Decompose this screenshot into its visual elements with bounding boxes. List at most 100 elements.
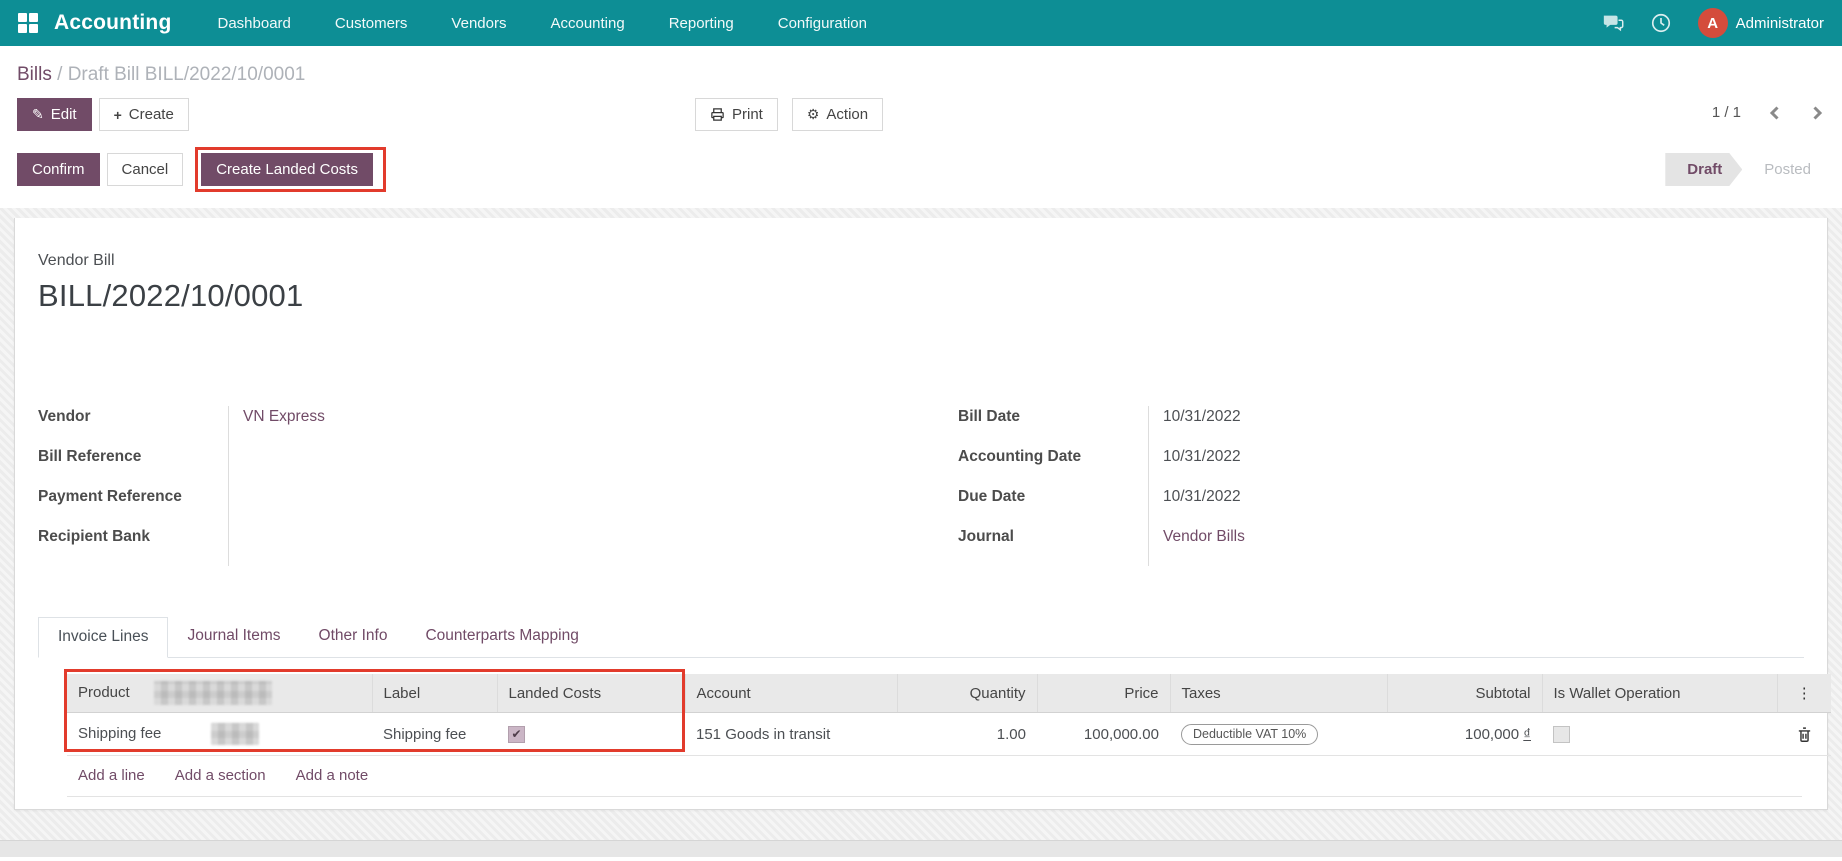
- pager-count: 1 / 1: [1712, 104, 1741, 121]
- col-landed-costs[interactable]: Landed Costs: [497, 674, 685, 713]
- user-menu[interactable]: A Administrator: [1698, 8, 1824, 38]
- status-draft[interactable]: Draft: [1665, 153, 1742, 186]
- form-background: Vendor Bill BILL/2022/10/0001 Vendor VN …: [0, 208, 1842, 861]
- cell-subtotal: 100,000 ₫: [1387, 713, 1542, 756]
- statusbar-row: Confirm Cancel Create Landed Costs Draft…: [0, 134, 1842, 208]
- field-group-right: Bill Date 10/31/2022 Accounting Date 10/…: [958, 406, 1804, 566]
- payment-reference-value[interactable]: [228, 486, 884, 526]
- field-groups: Vendor VN Express Bill Reference Payment…: [38, 406, 1804, 566]
- add-a-section-link[interactable]: Add a section: [175, 767, 266, 784]
- pager: 1 / 1: [1712, 98, 1825, 121]
- col-product[interactable]: Product: [67, 674, 372, 713]
- action-button[interactable]: ⚙ Action: [792, 98, 883, 131]
- top-navbar: Accounting Dashboard Customers Vendors A…: [0, 0, 1842, 46]
- pager-next-icon[interactable]: [1809, 105, 1825, 121]
- cancel-button[interactable]: Cancel: [107, 153, 184, 186]
- print-button[interactable]: Print: [695, 98, 778, 131]
- cell-price[interactable]: 100,000.00: [1037, 713, 1170, 756]
- menu-reporting[interactable]: Reporting: [669, 15, 734, 32]
- invoice-lines-table-wrap: Product Label Landed Costs Account Quant…: [67, 674, 1802, 797]
- field-accounting-date: Accounting Date 10/31/2022: [958, 446, 1804, 486]
- plus-icon: +: [114, 107, 122, 123]
- confirm-button[interactable]: Confirm: [17, 153, 100, 186]
- accounting-date-label: Accounting Date: [958, 446, 1148, 466]
- payment-reference-label: Payment Reference: [38, 486, 228, 506]
- accounting-date-value[interactable]: 10/31/2022: [1148, 446, 1804, 486]
- chatter-area: [0, 857, 1842, 861]
- menu-customers[interactable]: Customers: [335, 15, 408, 32]
- col-is-wallet-operation[interactable]: Is Wallet Operation: [1542, 674, 1777, 713]
- due-date-label: Due Date: [958, 486, 1148, 506]
- invoice-line-row[interactable]: Shipping fee Shipping fee ✔ 151 Goods in…: [67, 713, 1831, 756]
- field-recipient-bank: Recipient Bank: [38, 526, 884, 566]
- add-a-note-link[interactable]: Add a note: [296, 767, 369, 784]
- breadcrumb-current: Draft Bill BILL/2022/10/0001: [68, 64, 306, 85]
- field-due-date: Due Date 10/31/2022: [958, 486, 1804, 526]
- user-avatar[interactable]: A: [1698, 8, 1728, 38]
- cell-label[interactable]: Shipping fee: [372, 713, 497, 756]
- bill-reference-value[interactable]: [228, 446, 884, 486]
- recipient-bank-value[interactable]: [228, 526, 884, 566]
- due-date-value[interactable]: 10/31/2022: [1148, 486, 1804, 526]
- vendor-bill-sheet: Vendor Bill BILL/2022/10/0001 Vendor VN …: [14, 218, 1828, 810]
- edit-button[interactable]: ✎ Edit: [17, 98, 92, 131]
- field-bill-reference: Bill Reference: [38, 446, 884, 486]
- document-type-label: Vendor Bill: [38, 252, 1804, 270]
- cell-product[interactable]: Shipping fee: [67, 713, 372, 756]
- col-label[interactable]: Label: [372, 674, 497, 713]
- col-subtotal[interactable]: Subtotal: [1387, 674, 1542, 713]
- col-account[interactable]: Account: [685, 674, 897, 713]
- create-landed-costs-button[interactable]: Create Landed Costs: [201, 153, 373, 186]
- status-posted[interactable]: Posted: [1742, 153, 1825, 186]
- recipient-bank-label: Recipient Bank: [38, 526, 228, 546]
- col-taxes[interactable]: Taxes: [1170, 674, 1387, 713]
- messages-icon[interactable]: [1602, 12, 1624, 34]
- activities-clock-icon[interactable]: [1650, 12, 1672, 34]
- tab-invoice-lines[interactable]: Invoice Lines: [38, 617, 168, 658]
- create-button[interactable]: + Create: [99, 98, 189, 131]
- pager-previous-icon[interactable]: [1767, 105, 1783, 121]
- breadcrumb-bills-link[interactable]: Bills: [17, 64, 52, 85]
- vendor-value-link[interactable]: VN Express: [243, 408, 325, 425]
- field-vendor: Vendor VN Express: [38, 406, 884, 446]
- document-name: BILL/2022/10/0001: [38, 278, 1804, 314]
- optional-columns-toggle[interactable]: ⋮: [1777, 674, 1831, 713]
- cell-taxes[interactable]: Deductible VAT 10%: [1170, 713, 1387, 756]
- journal-label: Journal: [958, 526, 1148, 546]
- status-widget: Draft Posted: [1665, 153, 1825, 186]
- user-name: Administrator: [1736, 15, 1824, 32]
- cell-delete[interactable]: [1777, 713, 1831, 756]
- notebook-tabs: Invoice Lines Journal Items Other Info C…: [38, 616, 1804, 658]
- trash-icon[interactable]: [1796, 726, 1813, 743]
- breadcrumb: Bills / Draft Bill BILL/2022/10/0001: [0, 46, 1842, 86]
- tax-badge[interactable]: Deductible VAT 10%: [1181, 724, 1318, 745]
- tab-counterparts-mapping[interactable]: Counterparts Mapping: [406, 617, 597, 658]
- col-quantity[interactable]: Quantity: [897, 674, 1037, 713]
- cell-landed-costs[interactable]: ✔: [497, 713, 685, 756]
- landed-costs-checkbox-checked[interactable]: ✔: [508, 726, 525, 743]
- cell-is-wallet-operation[interactable]: [1542, 713, 1777, 756]
- redacted-area: [211, 723, 259, 745]
- apps-menu-icon[interactable]: [18, 13, 38, 33]
- menu-vendors[interactable]: Vendors: [451, 15, 506, 32]
- journal-value-link[interactable]: Vendor Bills: [1163, 528, 1245, 545]
- field-group-left: Vendor VN Express Bill Reference Payment…: [38, 406, 884, 566]
- menu-configuration[interactable]: Configuration: [778, 15, 867, 32]
- tab-journal-items[interactable]: Journal Items: [168, 617, 299, 658]
- cell-quantity[interactable]: 1.00: [897, 713, 1037, 756]
- cell-account[interactable]: 151 Goods in transit: [685, 713, 897, 756]
- is-wallet-checkbox-unchecked[interactable]: [1553, 726, 1570, 743]
- tab-other-info[interactable]: Other Info: [300, 617, 407, 658]
- control-panel-buttons: ✎ Edit + Create Print ⚙ Action 1 / 1: [0, 86, 1842, 134]
- menu-accounting[interactable]: Accounting: [550, 15, 624, 32]
- add-a-line-link[interactable]: Add a line: [78, 767, 145, 784]
- redacted-area: [154, 681, 272, 705]
- app-title[interactable]: Accounting: [54, 11, 172, 35]
- col-price[interactable]: Price: [1037, 674, 1170, 713]
- table-header-row: Product Label Landed Costs Account Quant…: [67, 674, 1831, 713]
- pencil-icon: ✎: [32, 106, 44, 123]
- ellipsis-vertical-icon[interactable]: ⋮: [1797, 685, 1812, 702]
- invoice-lines-table: Product Label Landed Costs Account Quant…: [67, 674, 1831, 756]
- bill-date-value[interactable]: 10/31/2022: [1148, 406, 1804, 446]
- menu-dashboard[interactable]: Dashboard: [218, 15, 291, 32]
